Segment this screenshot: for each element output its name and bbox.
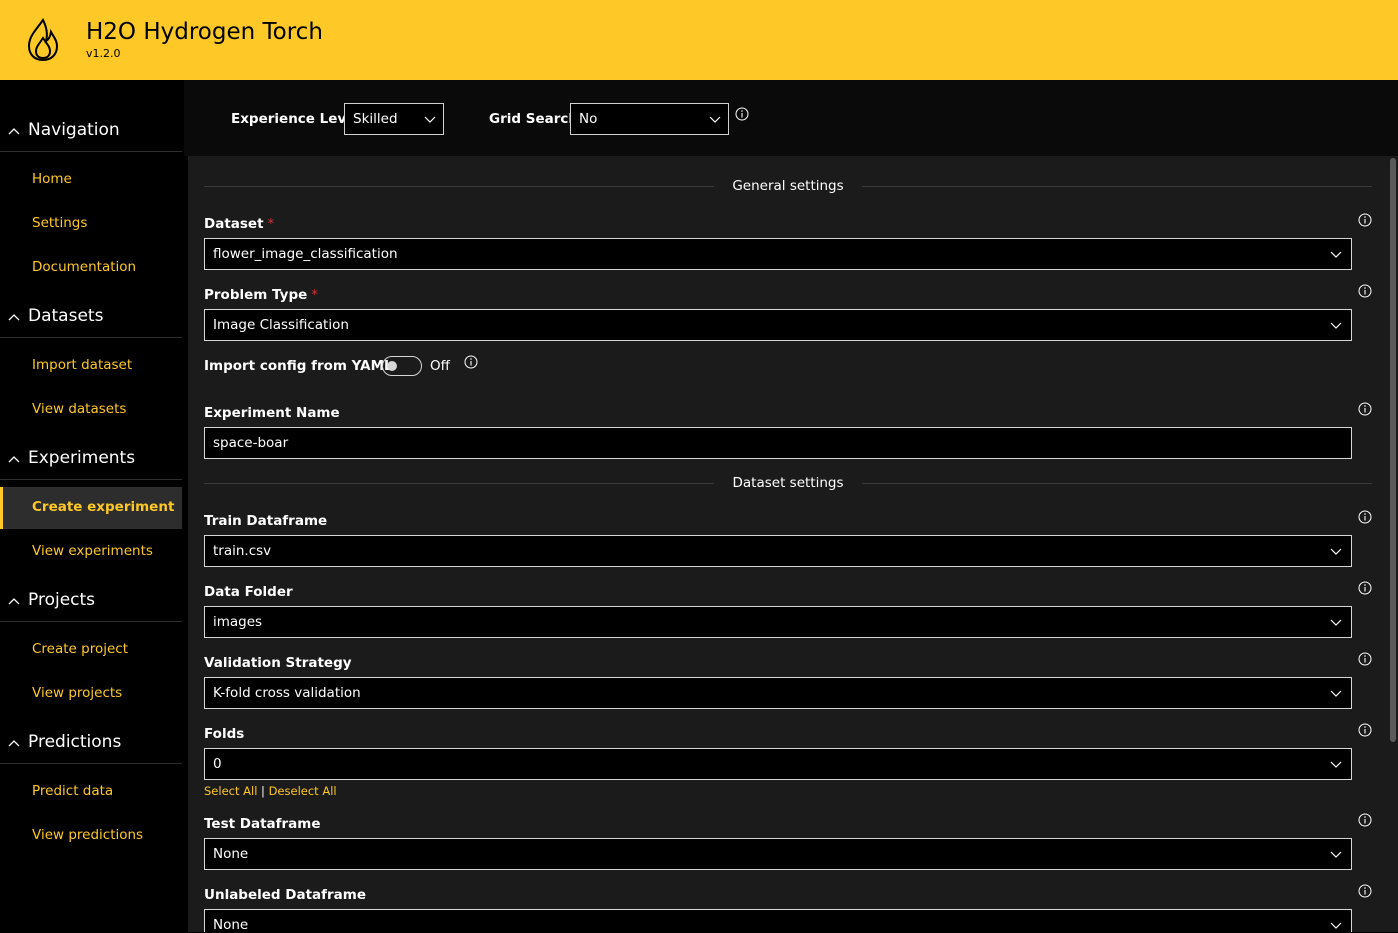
sidebar-item-import-dataset[interactable]: Import dataset xyxy=(0,345,182,387)
dataset-label: Dataset * xyxy=(204,216,275,232)
nav-group-projects[interactable]: Projects xyxy=(0,590,182,622)
experience-level-select[interactable]: Skilled xyxy=(344,103,444,135)
nav-group-label: Projects xyxy=(28,590,96,610)
sidebar-item-documentation[interactable]: Documentation xyxy=(0,247,182,289)
sidebar-item-view-experiments[interactable]: View experiments xyxy=(0,531,182,573)
info-icon[interactable] xyxy=(1358,581,1372,595)
chevron-down-icon xyxy=(709,116,721,123)
chevron-up-icon xyxy=(8,128,20,135)
sidebar-item-view-datasets[interactable]: View datasets xyxy=(0,389,182,431)
app-title: H2O Hydrogen Torch xyxy=(86,19,323,45)
chevron-down-icon xyxy=(1330,851,1342,858)
nav-group-label: Navigation xyxy=(28,120,120,140)
test-dataframe-label: Test Dataframe xyxy=(204,816,321,832)
app-version: v1.2.0 xyxy=(86,47,121,60)
info-icon[interactable] xyxy=(735,107,749,121)
import-yaml-toggle[interactable] xyxy=(382,356,422,376)
train-dataframe-label: Train Dataframe xyxy=(204,513,328,529)
chevron-down-icon xyxy=(1330,322,1342,329)
divider xyxy=(204,483,714,484)
chevron-up-icon xyxy=(8,598,20,605)
sidebar-item-create-project[interactable]: Create project xyxy=(0,629,182,671)
data-folder-dropdown[interactable]: images xyxy=(204,606,1352,638)
section-title-general: General settings xyxy=(732,178,844,194)
required-marker: * xyxy=(311,287,319,303)
info-icon[interactable] xyxy=(1358,510,1372,524)
scrollbar[interactable] xyxy=(1390,158,1396,742)
train-dataframe-dropdown[interactable]: train.csv xyxy=(204,535,1352,567)
experiment-name-input[interactable] xyxy=(205,428,1351,458)
sidebar-item-home[interactable]: Home xyxy=(0,159,182,201)
validation-strategy-label: Validation Strategy xyxy=(204,655,352,671)
chevron-up-icon xyxy=(8,456,20,463)
h2o-flame-logo-icon xyxy=(27,18,59,62)
chevron-down-icon xyxy=(1330,690,1342,697)
divider xyxy=(862,186,1372,187)
folds-dropdown[interactable]: 0 xyxy=(204,748,1352,780)
divider xyxy=(204,186,714,187)
nav-group-predictions[interactable]: Predictions xyxy=(0,732,182,764)
required-marker: * xyxy=(267,216,275,232)
chevron-up-icon xyxy=(8,314,20,321)
import-yaml-state: Off xyxy=(430,358,450,374)
divider xyxy=(862,483,1372,484)
chevron-down-icon xyxy=(1330,251,1342,258)
nav-group-datasets[interactable]: Datasets xyxy=(0,306,182,338)
select-all-link[interactable]: Select All xyxy=(204,784,257,798)
sidebar-item-predict-data[interactable]: Predict data xyxy=(0,771,182,813)
section-title-dataset: Dataset settings xyxy=(732,475,844,491)
info-icon[interactable] xyxy=(1358,284,1372,298)
dataset-dropdown[interactable]: flower_image_classification xyxy=(204,238,1352,270)
app-header: H2O Hydrogen Torch v1.2.0 xyxy=(0,0,1398,80)
problem-type-dropdown[interactable]: Image Classification xyxy=(204,309,1352,341)
info-icon[interactable] xyxy=(1358,723,1372,737)
info-icon[interactable] xyxy=(1358,213,1372,227)
nav-group-label: Predictions xyxy=(28,732,122,752)
nav-group-navigation[interactable]: Navigation xyxy=(0,120,182,152)
experiment-name-label: Experiment Name xyxy=(204,405,340,421)
experiment-form: General settings Dataset * flower_image_c… xyxy=(188,156,1398,933)
grid-search-select[interactable]: No xyxy=(570,103,729,135)
test-dataframe-dropdown[interactable]: None xyxy=(204,838,1352,870)
info-icon[interactable] xyxy=(464,355,478,369)
chevron-up-icon xyxy=(8,740,20,747)
nav-group-experiments[interactable]: Experiments xyxy=(0,448,182,480)
experiment-name-field[interactable] xyxy=(204,427,1352,459)
link-separator: | xyxy=(261,784,265,798)
folds-selection-links: Select All | Deselect All xyxy=(204,784,337,798)
info-icon[interactable] xyxy=(1358,813,1372,827)
data-folder-label: Data Folder xyxy=(204,584,293,600)
nav-group-label: Datasets xyxy=(28,306,104,326)
sidebar-item-create-experiment[interactable]: Create experiment xyxy=(0,487,182,529)
grid-search-label: Grid Search xyxy=(489,111,578,127)
chevron-down-icon xyxy=(424,116,436,123)
import-yaml-label: Import config from YAML xyxy=(204,358,393,374)
chevron-down-icon xyxy=(1330,761,1342,768)
chevron-down-icon xyxy=(1330,922,1342,929)
problem-type-label: Problem Type * xyxy=(204,287,319,303)
chevron-down-icon xyxy=(1330,548,1342,555)
unlabeled-dataframe-label: Unlabeled Dataframe xyxy=(204,887,367,903)
experiment-toolbar: Experience Level Skilled Grid Search No xyxy=(184,80,1398,156)
toggle-knob xyxy=(387,361,397,371)
sidebar-item-view-projects[interactable]: View projects xyxy=(0,673,182,715)
info-icon[interactable] xyxy=(1358,884,1372,898)
info-icon[interactable] xyxy=(1358,652,1372,666)
deselect-all-link[interactable]: Deselect All xyxy=(269,784,337,798)
nav-group-label: Experiments xyxy=(28,448,136,468)
info-icon[interactable] xyxy=(1358,402,1372,416)
chevron-down-icon xyxy=(1330,619,1342,626)
sidebar-item-settings[interactable]: Settings xyxy=(0,203,182,245)
experience-level-label: Experience Level xyxy=(231,111,361,127)
folds-label: Folds xyxy=(204,726,245,742)
unlabeled-dataframe-dropdown[interactable]: None xyxy=(204,909,1352,933)
sidebar: Navigation Home Settings Documentation D… xyxy=(0,80,184,932)
validation-strategy-dropdown[interactable]: K-fold cross validation xyxy=(204,677,1352,709)
sidebar-item-view-predictions[interactable]: View predictions xyxy=(0,815,182,857)
